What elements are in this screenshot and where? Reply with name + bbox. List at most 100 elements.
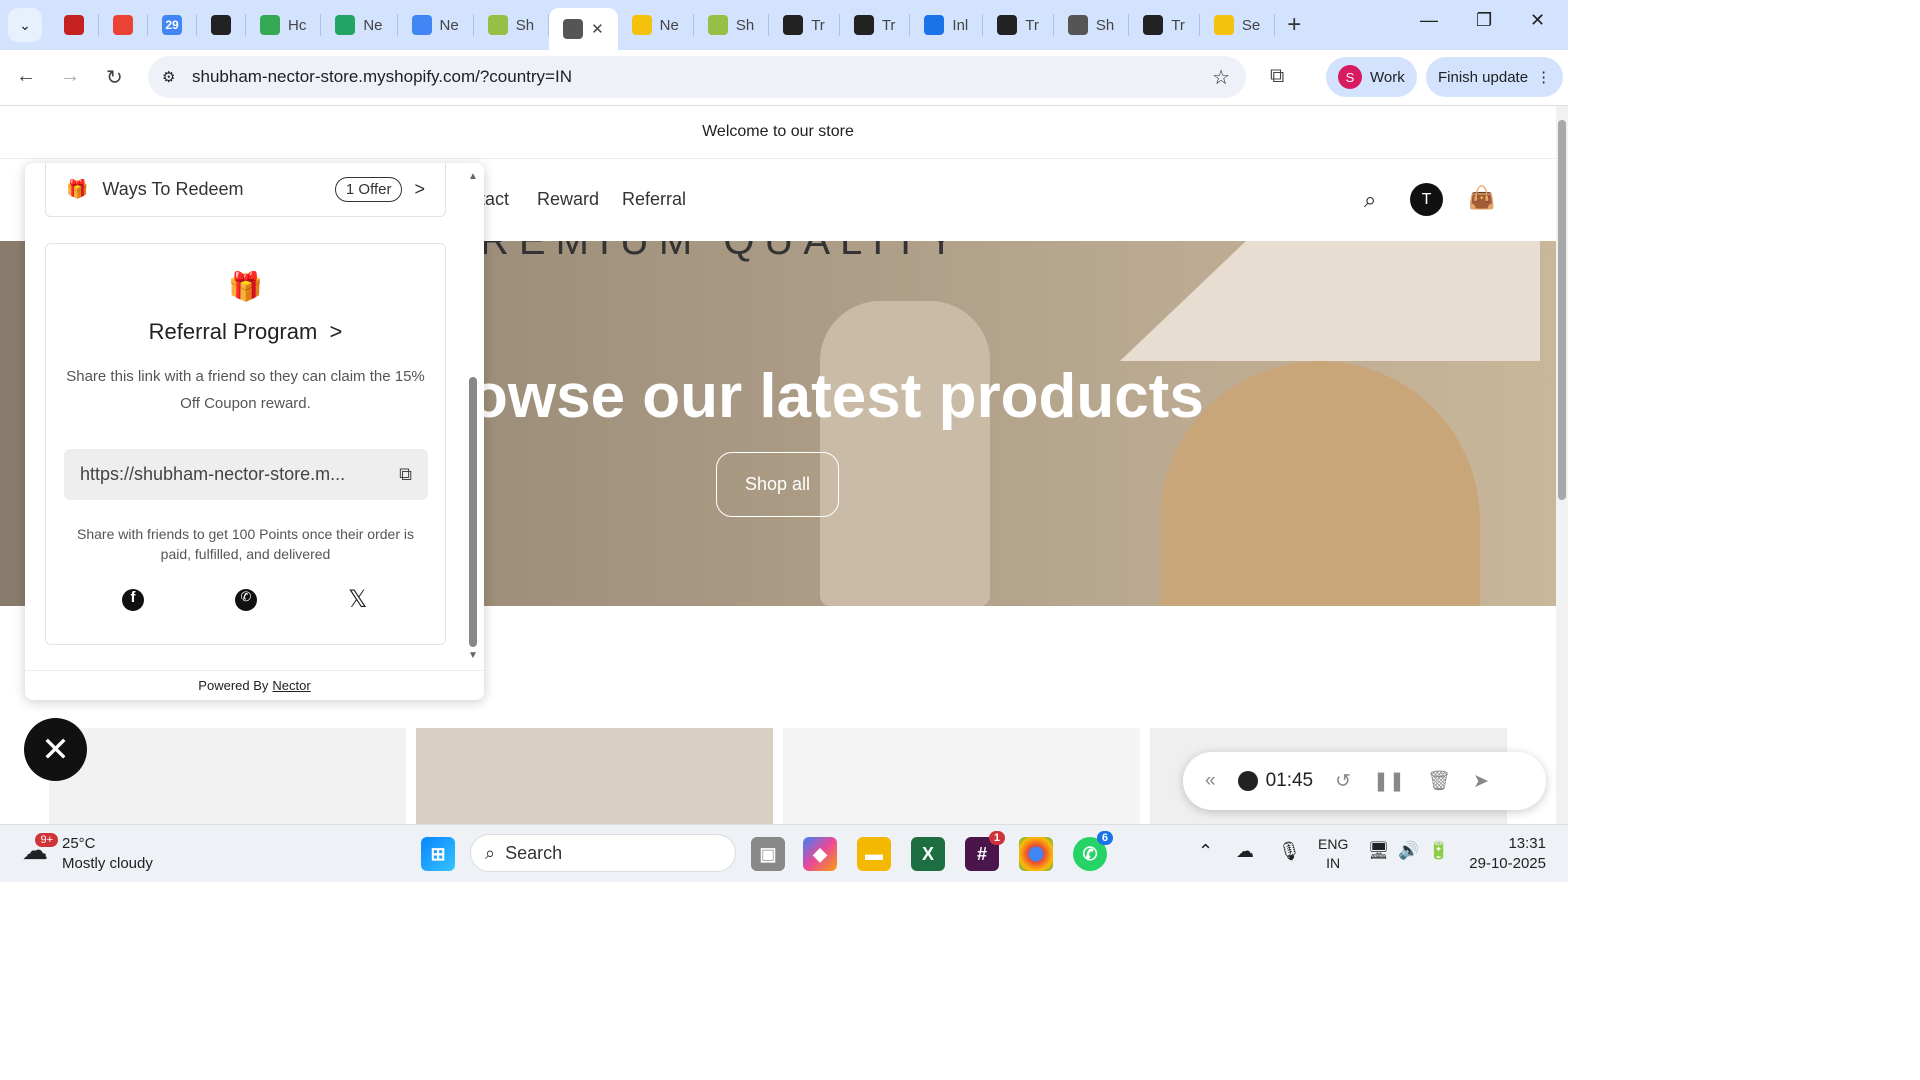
browser-tab[interactable]: 29 bbox=[148, 14, 197, 36]
gift-icon: 🎁 bbox=[66, 179, 88, 200]
delete-icon[interactable]: 🗑 bbox=[1427, 769, 1451, 793]
weather-widget[interactable]: 25°CMostly cloudy bbox=[62, 834, 153, 874]
nector-link[interactable]: Nector bbox=[272, 678, 310, 693]
tab-title: Se bbox=[1242, 17, 1260, 34]
shop-all-button[interactable]: Shop all bbox=[716, 452, 839, 517]
profile-label: Work bbox=[1370, 69, 1405, 86]
browser-tab[interactable]: Ne bbox=[618, 14, 694, 36]
region-label: IN bbox=[1318, 854, 1348, 873]
finish-update-button[interactable]: Finish update⋮ bbox=[1426, 57, 1563, 97]
gmail-icon bbox=[113, 15, 133, 35]
docs-icon bbox=[412, 15, 432, 35]
browser-tab[interactable]: Sh bbox=[1054, 14, 1129, 36]
offer-badge: 1 Offer bbox=[335, 177, 403, 202]
excel-icon[interactable]: X bbox=[911, 837, 945, 871]
file-explorer-icon[interactable]: ▬ bbox=[857, 837, 891, 871]
back-button[interactable]: ← bbox=[16, 65, 36, 88]
url-field[interactable]: ⚙ shubham-nector-store.myshopify.com/?co… bbox=[148, 56, 1246, 98]
tab-title: Hc bbox=[288, 17, 306, 34]
stop-recording-button[interactable]: 01:45 bbox=[1238, 770, 1314, 792]
browser-tab[interactable]: Sh bbox=[474, 14, 549, 36]
nav-link-contact[interactable]: tact bbox=[480, 189, 509, 210]
reload-button[interactable]: ↻ bbox=[106, 65, 123, 90]
battery-icon[interactable]: 🔋 bbox=[1428, 841, 1449, 861]
referral-program-link[interactable]: Referral Program > bbox=[46, 319, 445, 345]
browser-tab[interactable]: Tr bbox=[840, 14, 911, 36]
chat-icon bbox=[924, 15, 944, 35]
close-window-button[interactable]: ✕ bbox=[1530, 10, 1545, 31]
nav-link-referral[interactable]: Referral bbox=[622, 189, 686, 210]
show-hidden-icons[interactable]: ⌃ bbox=[1198, 841, 1213, 862]
task-view-icon[interactable]: ▣ bbox=[751, 837, 785, 871]
product-card-tea-jar[interactable] bbox=[783, 728, 1140, 824]
clock[interactable]: 13:3129-10-2025 bbox=[1466, 834, 1546, 874]
browser-tab[interactable]: Tr bbox=[769, 14, 840, 36]
page-scrollbar[interactable] bbox=[1556, 106, 1568, 824]
browser-tab[interactable]: Ne bbox=[398, 14, 474, 36]
plus-box-icon bbox=[854, 15, 874, 35]
referral-description: Share this link with a friend so they ca… bbox=[64, 363, 427, 417]
tab-title: Sh bbox=[516, 17, 534, 34]
collapse-icon[interactable]: « bbox=[1205, 770, 1216, 792]
referral-link-field[interactable]: https://shubham-nector-store.m...⧉ bbox=[64, 449, 428, 500]
browser-tab[interactable]: Tr bbox=[983, 14, 1054, 36]
browser-tab[interactable]: Hc bbox=[246, 14, 321, 36]
restart-icon[interactable]: ↺ bbox=[1335, 770, 1351, 793]
bookmark-star-icon[interactable]: ☆ bbox=[1212, 65, 1230, 90]
copilot-icon[interactable]: ◆ bbox=[803, 837, 837, 871]
browser-tab[interactable] bbox=[50, 14, 99, 36]
pointer-icon[interactable]: ➤ bbox=[1473, 770, 1489, 793]
gift-icon: 🎁 bbox=[46, 270, 445, 303]
temperature: 25°C bbox=[62, 834, 153, 854]
browser-tab[interactable]: Se bbox=[1200, 14, 1275, 36]
close-widget-button[interactable]: ✕ bbox=[24, 718, 87, 781]
chrome-icon[interactable] bbox=[1019, 837, 1053, 871]
restore-button[interactable]: ❐ bbox=[1476, 10, 1492, 31]
chatgpt-icon bbox=[211, 15, 231, 35]
browser-tab[interactable]: Tr bbox=[1129, 14, 1200, 36]
browser-tab[interactable] bbox=[197, 14, 246, 36]
account-avatar[interactable]: T bbox=[1410, 183, 1443, 216]
site-info-icon[interactable]: ⚙ bbox=[162, 68, 175, 86]
volume-icon[interactable]: 🔊 bbox=[1398, 841, 1419, 861]
tab-search-button[interactable]: ⌄ bbox=[8, 8, 42, 42]
slack-icon[interactable]: #1 bbox=[965, 837, 999, 871]
browser-tab[interactable]: Inl bbox=[910, 14, 983, 36]
browser-tab[interactable] bbox=[99, 14, 148, 36]
widget-scrollbar[interactable]: ▲ ▼ bbox=[468, 171, 478, 661]
extensions-icon[interactable]: ⧉ bbox=[1270, 65, 1284, 88]
start-button[interactable]: ⊞ bbox=[421, 837, 455, 871]
cart-icon[interactable]: 👜 bbox=[1468, 185, 1495, 211]
microphone-icon[interactable]: 🎙 bbox=[1278, 841, 1301, 862]
product-card-tshirt[interactable] bbox=[49, 728, 406, 824]
globe-icon bbox=[1068, 15, 1088, 35]
minimize-button[interactable]: — bbox=[1420, 10, 1438, 31]
search-icon[interactable]: ⌕ bbox=[1364, 187, 1376, 213]
pause-icon[interactable]: ❚❚ bbox=[1373, 770, 1405, 793]
weather-icon[interactable]: ☁9+ bbox=[22, 835, 48, 866]
search-icon: ⌕ bbox=[485, 843, 495, 864]
facebook-share-icon[interactable]: f bbox=[122, 589, 144, 611]
onedrive-icon[interactable]: ☁ bbox=[1236, 841, 1254, 862]
tab-title: Ne bbox=[440, 17, 459, 34]
new-tab-button[interactable]: + bbox=[1287, 11, 1301, 39]
taskbar-search[interactable]: ⌕ Search bbox=[470, 834, 736, 872]
browser-tab[interactable]: ✕ bbox=[549, 8, 618, 50]
taskbar-search-label: Search bbox=[505, 843, 562, 864]
profile-button[interactable]: SWork bbox=[1326, 57, 1417, 97]
tab-title: Sh bbox=[1096, 17, 1114, 34]
language-indicator[interactable]: ENGIN bbox=[1318, 835, 1348, 873]
close-tab-icon[interactable]: ✕ bbox=[591, 20, 604, 38]
whatsapp-share-icon[interactable]: ✆ bbox=[235, 589, 257, 611]
network-icon[interactable]: 🖥 bbox=[1368, 841, 1390, 861]
forward-button: → bbox=[60, 65, 80, 88]
browser-tab[interactable]: Sh bbox=[694, 14, 769, 36]
browser-tab[interactable]: Ne bbox=[321, 14, 397, 36]
url-text: shubham-nector-store.myshopify.com/?coun… bbox=[192, 67, 572, 87]
copy-icon[interactable]: ⧉ bbox=[399, 464, 412, 485]
nav-link-reward[interactable]: Reward bbox=[537, 189, 599, 210]
x-share-icon[interactable]: 𝕏 bbox=[348, 585, 367, 614]
product-card-2[interactable] bbox=[416, 728, 773, 824]
ways-to-redeem-row[interactable]: 🎁 Ways To Redeem 1 Offer > bbox=[45, 163, 446, 217]
whatsapp-icon[interactable]: ✆6 bbox=[1073, 837, 1107, 871]
